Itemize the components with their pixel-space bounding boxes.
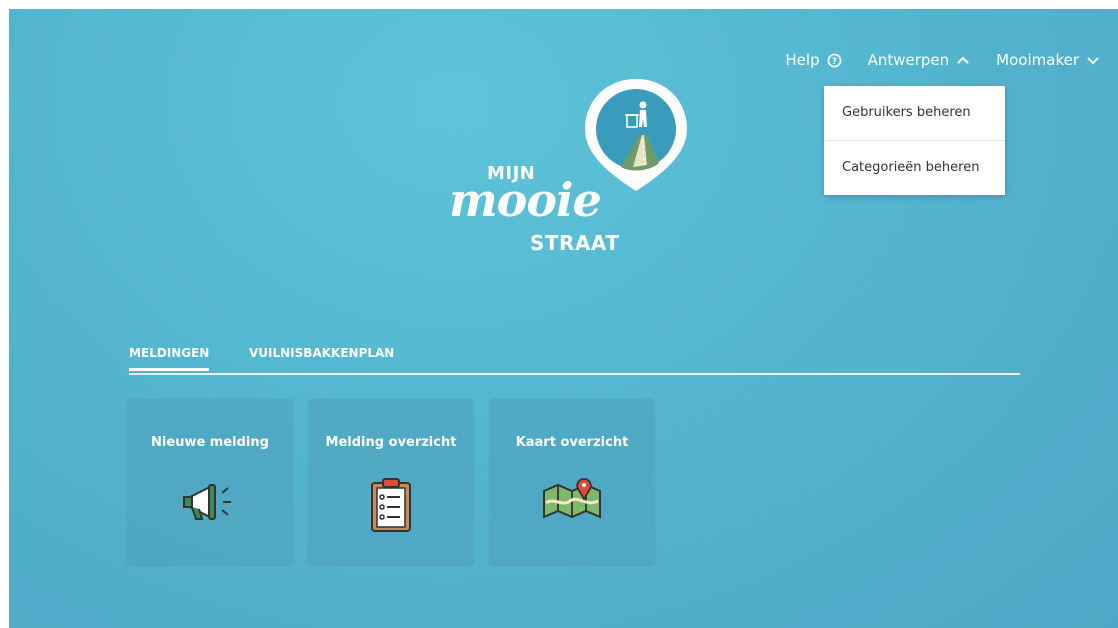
clipboard-icon [371, 478, 411, 532]
city-label: Antwerpen [867, 51, 950, 69]
tab-meldingen[interactable]: MELDINGEN [129, 346, 210, 371]
logo-text-mooie: mooie [449, 173, 602, 227]
logo-text-straat: STRAAT [530, 231, 620, 255]
map-icon [543, 478, 601, 519]
megaphone-icon [183, 484, 231, 520]
action-cards: Nieuwe melding Melding overzicht Kaart o… [128, 399, 654, 564]
user-menu[interactable]: Mooimaker [996, 51, 1100, 69]
tab-vuilnisbakkenplan[interactable]: VUILNISBAKKENPLAN [249, 346, 394, 368]
menu-item-manage-categories[interactable]: Categorieën beheren [824, 140, 1005, 195]
card-title: Nieuwe melding [151, 435, 269, 450]
help-label: Help [785, 51, 820, 69]
section-tabs: MELDINGEN VUILNISBAKKENPLAN [129, 344, 1020, 375]
chevron-up-icon [957, 56, 969, 64]
app-logo: MIJN mooie STRAAT [439, 75, 699, 265]
user-label: Mooimaker [996, 51, 1079, 69]
card-title: Kaart overzicht [515, 435, 629, 450]
question-circle-icon: ? [827, 53, 842, 67]
chevron-down-icon [1087, 57, 1099, 65]
app-background: Help ? Antwerpen Mooimaker Gebruikers be… [9, 9, 1118, 628]
city-dropdown-menu: Gebruikers beheren Categorieën beheren [824, 86, 1005, 195]
top-nav: Help ? Antwerpen Mooimaker [759, 51, 1100, 69]
help-link[interactable]: Help ? [785, 51, 842, 69]
svg-text:?: ? [832, 55, 837, 65]
card-map-overview[interactable]: Kaart overzicht [490, 399, 654, 564]
card-title: Melding overzicht [325, 435, 457, 450]
card-report-overview[interactable]: Melding overzicht [309, 399, 473, 564]
city-selector[interactable]: Antwerpen [868, 51, 971, 69]
card-new-report[interactable]: Nieuwe melding [128, 399, 292, 564]
menu-item-manage-users[interactable]: Gebruikers beheren [824, 86, 1005, 140]
